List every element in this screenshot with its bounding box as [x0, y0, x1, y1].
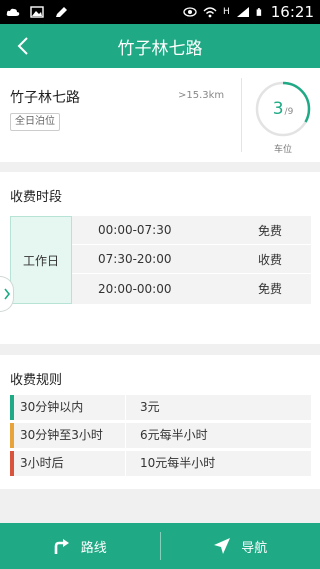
turn-arrow-icon	[54, 539, 69, 554]
fee-rules-title: 收费规则	[10, 373, 63, 388]
navigation-arrow-icon	[214, 538, 231, 554]
route-button-label: 路线	[80, 540, 107, 556]
route-button[interactable]: 路线	[0, 523, 160, 569]
fee-period-row: 07:30-20:00 收费	[72, 245, 311, 274]
fee-period-status: 免费	[258, 282, 283, 296]
rule-price: 10元每半小时	[140, 456, 216, 470]
rule-separator	[125, 423, 126, 448]
fee-period-status: 收费	[258, 252, 283, 267]
fee-periods-title: 收费时段	[10, 190, 63, 205]
title-bar: 竹子林七路	[0, 24, 320, 68]
rule-color-bar	[10, 395, 14, 420]
cloud-icon	[6, 8, 20, 16]
rule-price: 6元每半小时	[140, 428, 208, 442]
rule-duration: 30分钟以内	[20, 400, 84, 414]
chevron-right-icon	[3, 288, 10, 300]
lot-summary-card: 竹子林七路 >15.3km 全日泊位 3 /9 车位	[0, 68, 320, 162]
status-left-icons	[6, 6, 68, 18]
bottom-action-bar: 路线 导航	[0, 523, 320, 569]
battery-icon	[256, 8, 261, 16]
network-type-label: H	[222, 7, 230, 17]
rule-duration: 3小时后	[20, 456, 64, 470]
signal-icon	[236, 7, 249, 17]
vertical-divider	[241, 78, 242, 152]
fee-period-row: 00:00-07:30 免费	[72, 216, 311, 245]
status-right-icons: H 16:21	[183, 3, 314, 21]
rule-separator	[125, 395, 126, 420]
fee-rule-row: 30分钟以内 3元	[10, 395, 311, 420]
clock: 16:21	[270, 3, 314, 21]
fee-rules-section: 收费规则 30分钟以内 3元 30分钟至3小时 6元每半小时 3小时后 10元每…	[0, 355, 320, 489]
total-count: /9	[284, 106, 294, 117]
rule-duration: 30分钟至3小时	[20, 428, 103, 442]
fee-period-time: 00:00-07:30	[98, 223, 172, 237]
fee-period-row: 20:00-00:00 免费	[72, 274, 311, 303]
pencil-icon	[56, 7, 67, 17]
navigate-button-label: 导航	[241, 540, 268, 556]
back-arrow-icon[interactable]	[12, 34, 36, 58]
page-title: 竹子林七路	[117, 38, 203, 59]
image-icon	[30, 6, 44, 18]
fee-rule-row: 30分钟至3小时 6元每半小时	[10, 423, 311, 448]
eye-icon	[183, 7, 197, 17]
fee-rule-row: 3小时后 10元每半小时	[10, 451, 311, 476]
fee-periods-section: 收费时段 工作日 00:00-07:30 免费 07:30-20:00 收费 2…	[0, 172, 320, 344]
day-type-cell: 工作日	[10, 216, 72, 304]
lot-name: 竹子林七路	[10, 90, 80, 106]
status-bar: H 16:21	[0, 0, 320, 24]
fee-periods-table: 工作日 00:00-07:30 免费 07:30-20:00 收费 20:00-…	[10, 216, 311, 304]
spaces-label: 车位	[273, 145, 292, 155]
rule-price: 3元	[140, 400, 160, 414]
navigate-button[interactable]: 导航	[161, 523, 320, 569]
rule-separator	[125, 451, 126, 476]
fee-period-time: 20:00-00:00	[98, 281, 172, 296]
wifi-icon	[203, 7, 217, 18]
rule-color-bar	[10, 423, 14, 448]
lot-type-badge: 全日泊位	[10, 113, 60, 131]
lot-distance: >15.3km	[178, 90, 225, 101]
fee-period-time: 07:30-20:00	[98, 252, 172, 266]
availability-readout: 3 /9	[254, 80, 312, 138]
fee-period-status: 免费	[258, 223, 283, 238]
available-count: 3	[272, 99, 284, 119]
rule-color-bar	[10, 451, 14, 476]
